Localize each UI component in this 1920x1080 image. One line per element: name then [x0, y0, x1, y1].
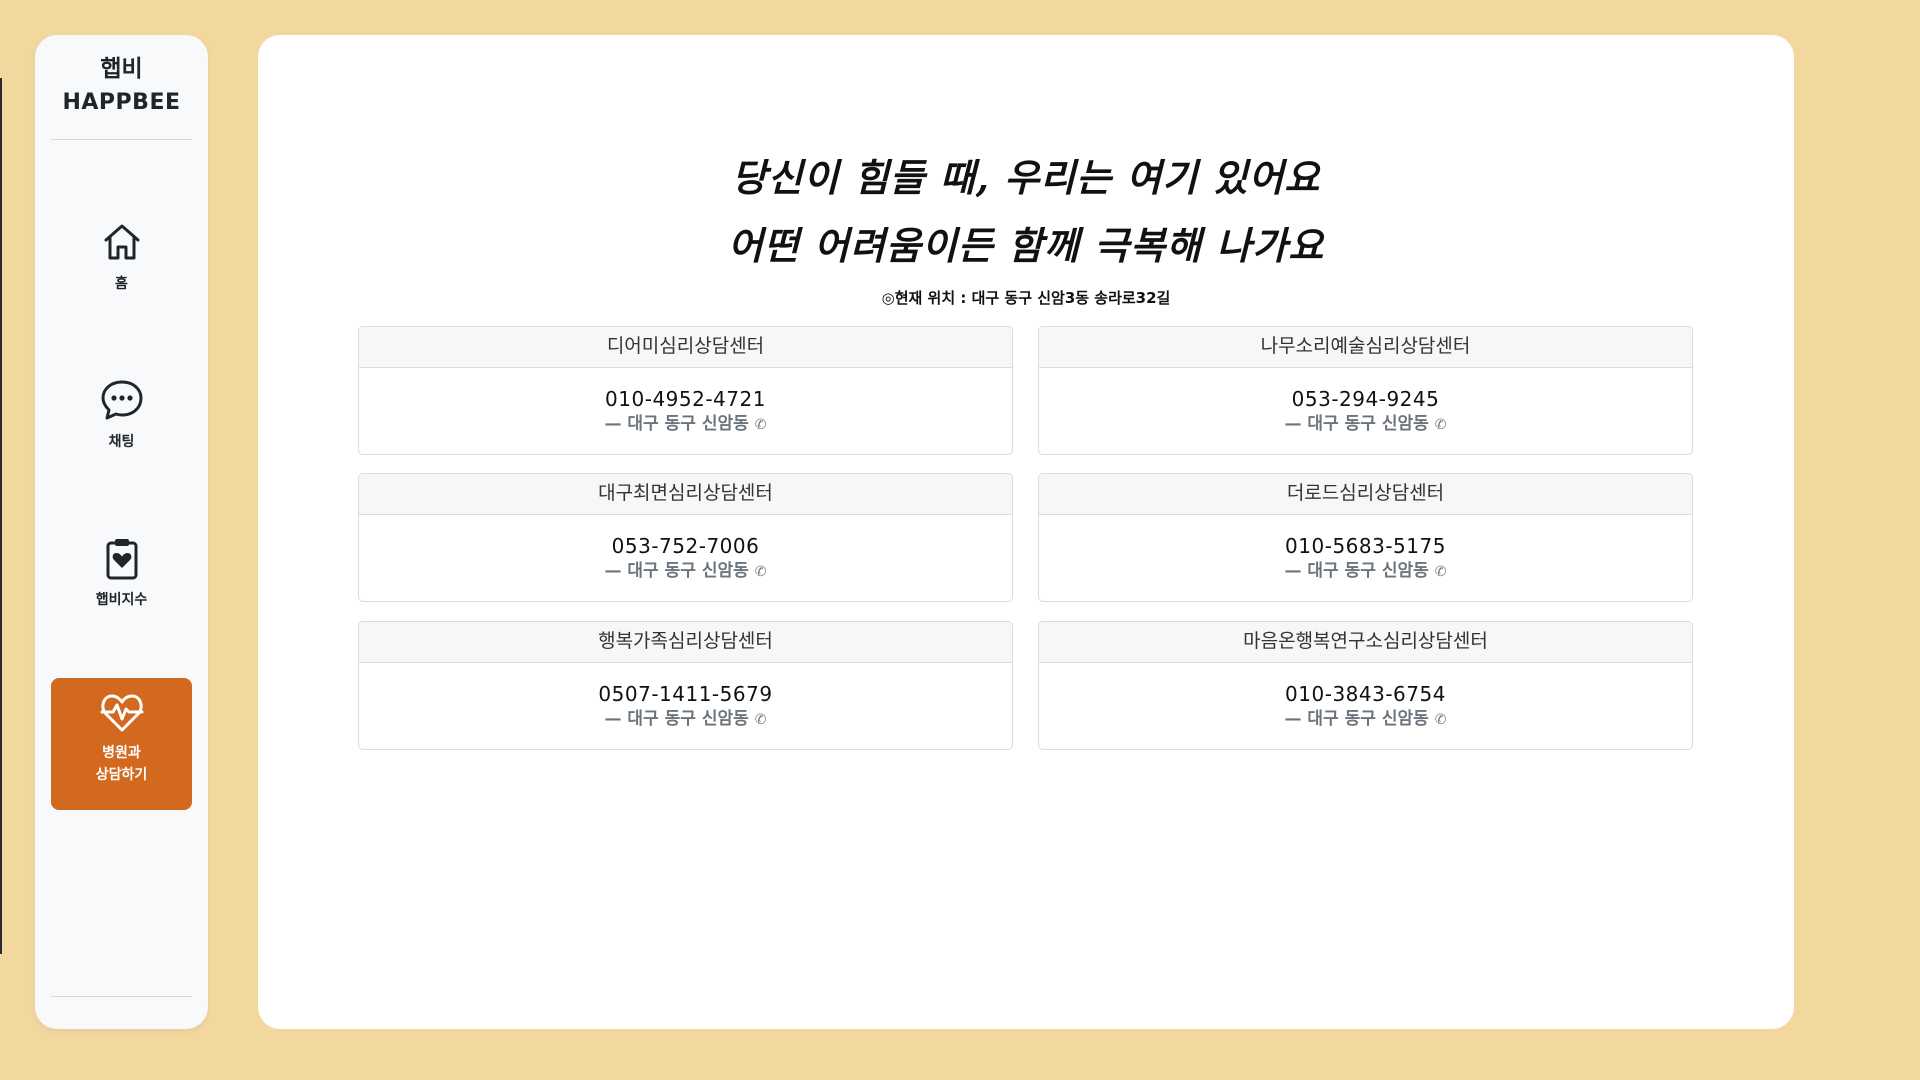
center-phone[interactable]: 010-3843-6754 [1039, 681, 1692, 707]
nav-item-counseling[interactable]: 병원과 상담하기 [51, 678, 192, 810]
center-name: 마음온행복연구소심리상담센터 [1039, 622, 1692, 663]
center-phone[interactable]: 010-4952-4721 [359, 386, 1012, 412]
center-phone[interactable]: 053-294-9245 [1039, 386, 1692, 412]
headline-primary: 당신이 힘들 때, 우리는 여기 있어요 [731, 155, 1321, 200]
center-name: 대구최면심리상담센터 [359, 474, 1012, 515]
heart-pulse-icon [100, 694, 143, 732]
brand-name-en: HAPPBEE [62, 90, 181, 115]
nav-item-home[interactable]: 홈 [51, 218, 192, 338]
nav-label-happbee-index: 햅비지수 [95, 592, 148, 608]
center-card[interactable]: 행복가족심리상담센터 0507-1411-5679 — 대구 동구 신암동 ✆ [358, 621, 1013, 750]
brand-name-ko: 햅비 [100, 56, 143, 82]
center-address-text: — 대구 동구 신암동 [1284, 414, 1429, 434]
center-address-text: — 대구 동구 신암동 [1284, 561, 1429, 581]
nav-label-chat: 채팅 [108, 434, 135, 450]
center-card[interactable]: 나무소리예술심리상담센터 053-294-9245 — 대구 동구 신암동 ✆ [1038, 326, 1693, 455]
headline-secondary: 어떤 어려움이든 함께 극복해 나가요 [727, 223, 1325, 268]
center-name: 더로드심리상담센터 [1039, 474, 1692, 515]
center-address: — 대구 동구 신암동 ✆ [1039, 559, 1692, 584]
center-address: — 대구 동구 신암동 ✆ [1039, 412, 1692, 437]
clipboard-heart-icon [106, 539, 137, 580]
center-address: — 대구 동구 신암동 ✆ [1039, 707, 1692, 732]
phone-icon: ✆ [754, 417, 767, 433]
center-address-text: — 대구 동구 신암동 [1284, 709, 1429, 729]
brand-divider [51, 139, 192, 140]
phone-icon: ✆ [754, 712, 767, 728]
center-address: — 대구 동구 신암동 ✆ [359, 707, 1012, 732]
nav-item-chat[interactable]: 채팅 [51, 376, 192, 496]
center-name: 행복가족심리상담센터 [359, 622, 1012, 663]
window-edge [0, 78, 2, 954]
center-address: — 대구 동구 신암동 ✆ [359, 412, 1012, 437]
brand-logo[interactable]: 햅비 HAPPBEE [51, 53, 192, 121]
sidebar-bottom-divider [51, 996, 192, 997]
phone-icon: ✆ [754, 564, 767, 580]
center-address-text: — 대구 동구 신암동 [604, 561, 749, 581]
center-address-text: — 대구 동구 신암동 [604, 709, 749, 729]
center-card[interactable]: 더로드심리상담센터 010-5683-5175 — 대구 동구 신암동 ✆ [1038, 473, 1693, 602]
center-address: — 대구 동구 신암동 ✆ [359, 559, 1012, 584]
nav-item-happbee-index[interactable]: 햅비지수 [51, 534, 192, 654]
main-content: 당신이 힘들 때, 우리는 여기 있어요 어떤 어려움이든 함께 극복해 나가요… [258, 35, 1794, 1029]
chat-bubble-icon [101, 380, 142, 420]
phone-icon: ✆ [1434, 417, 1447, 433]
phone-icon: ✆ [1434, 712, 1447, 728]
center-name: 디어미심리상담센터 [359, 327, 1012, 368]
center-phone[interactable]: 010-5683-5175 [1039, 533, 1692, 559]
center-phone[interactable]: 053-752-7006 [359, 533, 1012, 559]
sidebar: 햅비 HAPPBEE 홈 채팅 햅비지수 병원과 상담하기 [35, 35, 208, 1029]
center-phone[interactable]: 0507-1411-5679 [359, 681, 1012, 707]
center-card[interactable]: 디어미심리상담센터 010-4952-4721 — 대구 동구 신암동 ✆ [358, 326, 1013, 455]
home-icon [104, 224, 139, 260]
nav-label-home: 홈 [115, 276, 128, 292]
center-card[interactable]: 대구최면심리상담센터 053-752-7006 — 대구 동구 신암동 ✆ [358, 473, 1013, 602]
phone-icon: ✆ [1434, 564, 1447, 580]
center-card[interactable]: 마음온행복연구소심리상담센터 010-3843-6754 — 대구 동구 신암동… [1038, 621, 1693, 750]
center-address-text: — 대구 동구 신암동 [604, 414, 749, 434]
nav-label-counseling: 병원과 상담하기 [95, 745, 148, 783]
center-name: 나무소리예술심리상담센터 [1039, 327, 1692, 368]
current-location: ◎현재 위치 : 대구 동구 신암3동 송라로32길 [881, 289, 1171, 307]
